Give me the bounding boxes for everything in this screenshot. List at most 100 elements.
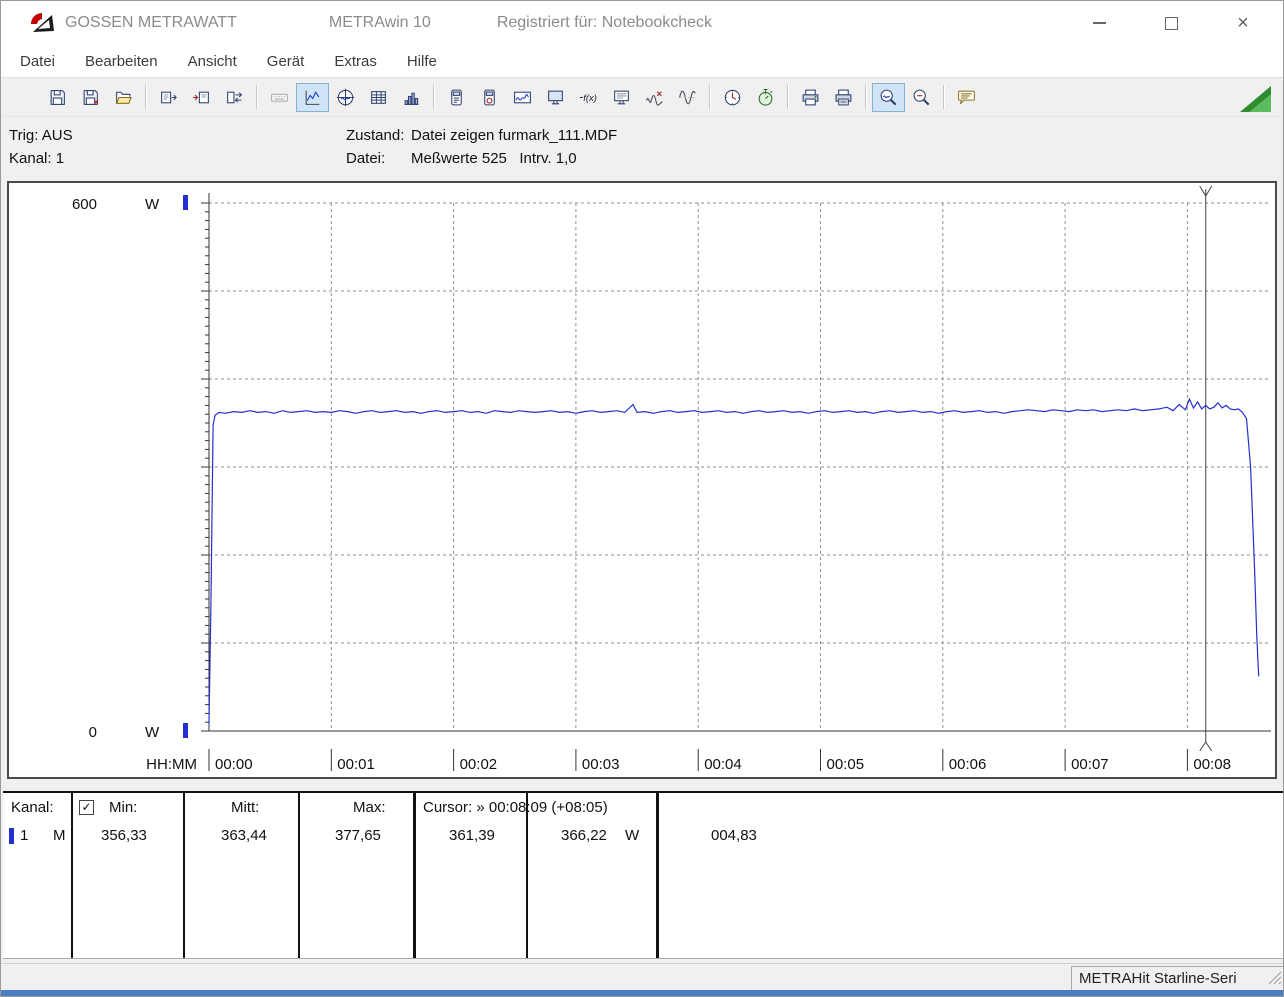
- status-panel: Trig: AUS Kanal: 1 Zustand: Datei zeigen…: [1, 119, 1283, 181]
- import-device-icon[interactable]: [185, 83, 218, 112]
- device-a-icon[interactable]: [440, 83, 473, 112]
- x-tick-label: 00:03: [582, 756, 620, 773]
- keyboard-icon[interactable]: [263, 83, 296, 112]
- line-chart-view-icon[interactable]: [296, 82, 329, 112]
- table-divider: [526, 793, 528, 958]
- resize-grip[interactable]: [1266, 969, 1282, 990]
- channel-color-marker: [9, 828, 14, 844]
- menu-ansicht[interactable]: Ansicht: [173, 45, 252, 77]
- minimize-icon: [1092, 22, 1106, 24]
- zustand-value: Datei zeigen furmark_111.MDF: [411, 127, 618, 144]
- app-window: GOSSEN METRAWATT METRAwin 10 Registriert…: [0, 0, 1284, 997]
- min-header: Min:: [109, 799, 138, 816]
- table-divider: [183, 793, 185, 958]
- close-button[interactable]: ×: [1233, 13, 1253, 33]
- monitor-icon[interactable]: [539, 83, 572, 112]
- x-tick-label: 00:04: [704, 756, 742, 773]
- toolbar-separator: [943, 85, 945, 109]
- window-bottom-border: [1, 990, 1283, 996]
- menu-datei[interactable]: Datei: [5, 45, 70, 77]
- chart-panel: 00:00 00:01 00:02 00:03 00:04 00:05 00:06 00:07…: [7, 181, 1277, 779]
- save-icon[interactable]: [41, 83, 74, 112]
- brand-text: GOSSEN METRAWATT: [65, 14, 237, 31]
- device-b-icon[interactable]: [473, 83, 506, 112]
- formula-icon[interactable]: f(x): [572, 83, 605, 112]
- connection-indicator-icon: [1239, 85, 1271, 117]
- menu-extras[interactable]: Extras: [319, 45, 392, 77]
- table-divider: [413, 793, 416, 958]
- table-view-icon[interactable]: [362, 83, 395, 112]
- x-axis-unit-label: HH:MM: [146, 756, 197, 773]
- toolbar: f(x): [1, 77, 1283, 117]
- toolbar-separator: [145, 85, 147, 109]
- y-unit-top-label: W: [145, 196, 160, 213]
- print-preview-icon[interactable]: [827, 83, 860, 112]
- status-bar: METRAHit Starline-Seri: [1, 963, 1283, 991]
- y-min-label: 0: [89, 724, 97, 741]
- channel-number: 1: [20, 827, 29, 844]
- cursor2-value: 366,22: [561, 827, 607, 844]
- menu-geraet[interactable]: Gerät: [252, 45, 320, 77]
- maximize-icon: [1164, 16, 1178, 30]
- x-tick-label: 00:01: [337, 756, 375, 773]
- x-tick-label: 00:08: [1193, 756, 1231, 773]
- toolbar-separator: [787, 85, 789, 109]
- stopwatch-icon[interactable]: [749, 83, 782, 112]
- svg-text:f(x): f(x): [583, 93, 597, 104]
- menu-bar: Datei Bearbeiten Ansicht Gerät Extras Hi…: [1, 45, 1283, 77]
- zoom-out-icon[interactable]: [905, 83, 938, 112]
- delta-value: 004,83: [711, 827, 757, 844]
- power-series-line: [208, 397, 1260, 725]
- window-controls: ×: [1089, 13, 1283, 33]
- table-divider: [298, 793, 300, 958]
- datei-label: Datei:: [346, 150, 386, 167]
- registered-text: Registriert für: Notebookcheck: [496, 14, 713, 31]
- maximize-button[interactable]: [1161, 13, 1181, 33]
- trigger-status: Trig: AUS: [9, 127, 73, 144]
- table-divider: [71, 793, 73, 958]
- export-device-icon[interactable]: [152, 83, 185, 112]
- x-tick-label: 00:02: [460, 756, 498, 773]
- datei-value: Meßwerte 525 Intrv. 1,0: [411, 150, 577, 167]
- kanal-header: Kanal:: [11, 799, 54, 816]
- measurement-table: Kanal: Min: Mitt: Max: Cursor: » 00:08:0…: [3, 791, 1283, 959]
- cursor-header: Cursor: » 00:08:09 (+08:05): [423, 799, 608, 816]
- channel-checkbox[interactable]: [79, 800, 94, 815]
- channel-mode: M: [53, 827, 66, 844]
- menu-bearbeiten[interactable]: Bearbeiten: [70, 45, 173, 77]
- monitor-report-icon[interactable]: [605, 83, 638, 112]
- display-waveform-icon[interactable]: [506, 83, 539, 112]
- x-tick-label: 00:06: [949, 756, 987, 773]
- x-tick-label: 00:05: [827, 756, 865, 773]
- zoom-waveform-icon[interactable]: [872, 82, 905, 112]
- print-icon[interactable]: [794, 83, 827, 112]
- cursor-bottom-marker[interactable]: [1199, 741, 1213, 752]
- y-max-label: 600: [72, 196, 97, 213]
- channel-status: Kanal: 1: [9, 150, 65, 167]
- max-header: Max:: [353, 799, 386, 816]
- save-setup-icon[interactable]: [74, 83, 107, 112]
- waveform-sine-icon[interactable]: [671, 83, 704, 112]
- open-file-icon[interactable]: [107, 83, 140, 112]
- toolbar-separator: [433, 85, 435, 109]
- device-status: METRAHit Starline-Seri: [1071, 966, 1283, 990]
- minimize-button[interactable]: [1089, 13, 1109, 33]
- toolbar-separator: [709, 85, 711, 109]
- toolbar-separator: [256, 85, 258, 109]
- mitt-value: 363,44: [221, 827, 267, 844]
- menu-hilfe[interactable]: Hilfe: [392, 45, 452, 77]
- title-bar: GOSSEN METRAWATT METRAwin 10 Registriert…: [1, 1, 1283, 45]
- table-divider: [656, 793, 659, 958]
- power-chart: 00:00 00:01 00:02 00:03 00:04 00:05 00:06 00:07…: [72, 185, 1271, 773]
- clock-icon[interactable]: [716, 83, 749, 112]
- waveform-x-icon[interactable]: [638, 83, 671, 112]
- comment-icon[interactable]: [950, 83, 983, 112]
- y-unit-bottom-label: W: [145, 724, 160, 741]
- x-tick-label: 00:00: [215, 756, 253, 773]
- app-title: METRAwin 10: [328, 14, 431, 31]
- scope-view-icon[interactable]: [329, 83, 362, 112]
- bar-chart-view-icon[interactable]: [395, 83, 428, 112]
- channel-marker-top: [183, 195, 188, 210]
- transfer-icon[interactable]: [218, 83, 251, 112]
- zustand-label: Zustand:: [346, 127, 405, 144]
